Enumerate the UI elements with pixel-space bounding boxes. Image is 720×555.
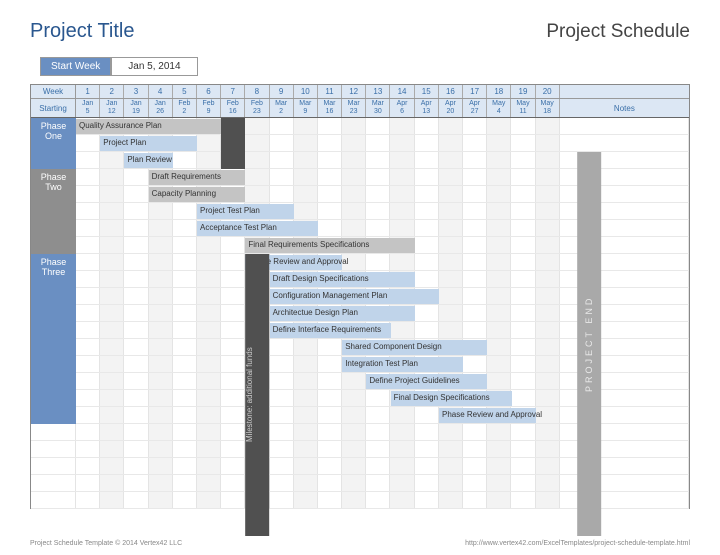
notes-header: Notes bbox=[560, 99, 689, 117]
week-num-9: 9 bbox=[270, 85, 294, 98]
week-date-1: Jan5 bbox=[76, 99, 100, 117]
task-bar[interactable]: Architectue Design Plan bbox=[270, 306, 415, 321]
task-bar[interactable]: Phase Review and Approval bbox=[439, 408, 536, 423]
page-subtitle: Project Schedule bbox=[546, 21, 690, 43]
phase-two-label: PhaseTwo bbox=[31, 169, 76, 254]
footer-right: http://www.vertex42.com/ExcelTemplates/p… bbox=[465, 540, 690, 547]
week-num-3: 3 bbox=[124, 85, 148, 98]
project-end-marker: PROJECT END bbox=[577, 152, 601, 536]
week-date-3: Jan19 bbox=[124, 99, 148, 117]
page-title: Project Title bbox=[30, 20, 134, 43]
task-bar[interactable]: Quality Assurance Plan bbox=[76, 119, 221, 134]
week-num-7: 7 bbox=[221, 85, 245, 98]
week-num-1: 1 bbox=[76, 85, 100, 98]
task-bar[interactable]: Define Interface Requirements bbox=[270, 323, 391, 338]
week-date-7: Feb16 bbox=[221, 99, 245, 117]
task-bar[interactable]: Draft Design Specifications bbox=[270, 272, 415, 287]
week-date-8: Feb23 bbox=[245, 99, 269, 117]
task-bar[interactable]: Draft Requirements bbox=[149, 170, 246, 185]
week-date-5: Feb2 bbox=[173, 99, 197, 117]
task-bar[interactable]: Project Test Plan bbox=[197, 204, 294, 219]
start-week-input[interactable]: Jan 5, 2014 bbox=[111, 57, 197, 76]
week-date-12: Mar23 bbox=[342, 99, 366, 117]
week-date-14: Apr6 bbox=[390, 99, 414, 117]
task-bar[interactable]: Integration Test Plan bbox=[342, 357, 463, 372]
week-num-14: 14 bbox=[390, 85, 414, 98]
week-header: Week bbox=[31, 85, 76, 98]
milestone-2: Milestone: additional funds bbox=[245, 254, 269, 536]
phase-three-label: PhaseThree bbox=[31, 254, 76, 424]
task-row: Project Plan bbox=[31, 135, 689, 152]
week-num-4: 4 bbox=[149, 85, 173, 98]
week-date-10: Mar9 bbox=[294, 99, 318, 117]
week-date-16: Apr20 bbox=[439, 99, 463, 117]
week-date-15: Apr13 bbox=[415, 99, 439, 117]
week-date-4: Jan26 bbox=[149, 99, 173, 117]
week-date-20: May18 bbox=[536, 99, 560, 117]
week-date-18: May4 bbox=[487, 99, 511, 117]
week-num-18: 18 bbox=[487, 85, 511, 98]
week-num-8: 8 bbox=[245, 85, 269, 98]
week-date-19: May11 bbox=[511, 99, 535, 117]
week-num-17: 17 bbox=[463, 85, 487, 98]
start-week-label: Start Week bbox=[40, 57, 111, 76]
starting-header: Starting bbox=[31, 99, 76, 117]
week-date-13: Mar30 bbox=[366, 99, 390, 117]
week-num-15: 15 bbox=[415, 85, 439, 98]
task-bar[interactable]: Capacity Planning bbox=[149, 187, 246, 202]
footer-left: Project Schedule Template © 2014 Vertex4… bbox=[30, 540, 182, 547]
week-date-6: Feb9 bbox=[197, 99, 221, 117]
task-bar[interactable]: Configuration Management Plan bbox=[270, 289, 439, 304]
week-date-17: Apr27 bbox=[463, 99, 487, 117]
week-num-6: 6 bbox=[197, 85, 221, 98]
week-num-19: 19 bbox=[511, 85, 535, 98]
week-num-13: 13 bbox=[366, 85, 390, 98]
task-bar[interactable]: Final Design Specifications bbox=[391, 391, 512, 406]
week-date-9: Mar2 bbox=[270, 99, 294, 117]
task-bar[interactable]: Project Plan bbox=[100, 136, 197, 151]
task-bar[interactable]: Acceptance Test Plan bbox=[197, 221, 318, 236]
week-num-10: 10 bbox=[294, 85, 318, 98]
week-num-16: 16 bbox=[439, 85, 463, 98]
week-num-5: 5 bbox=[173, 85, 197, 98]
week-num-11: 11 bbox=[318, 85, 342, 98]
task-row: Quality Assurance Plan bbox=[31, 118, 689, 135]
task-bar[interactable]: Plan Review bbox=[124, 153, 172, 168]
milestone-1 bbox=[221, 118, 245, 169]
week-date-11: Mar16 bbox=[318, 99, 342, 117]
week-num-2: 2 bbox=[100, 85, 124, 98]
week-num-20: 20 bbox=[536, 85, 560, 98]
task-bar[interactable]: Define Project Guidelines bbox=[366, 374, 487, 389]
phase-one-label: PhaseOne bbox=[31, 118, 76, 169]
week-date-2: Jan12 bbox=[100, 99, 124, 117]
week-num-12: 12 bbox=[342, 85, 366, 98]
task-bar[interactable]: Final Requirements Specifications bbox=[245, 238, 414, 253]
gantt-chart: Week 1234567891011121314151617181920 Sta… bbox=[30, 84, 690, 509]
task-bar[interactable]: Shared Component Design bbox=[342, 340, 487, 355]
